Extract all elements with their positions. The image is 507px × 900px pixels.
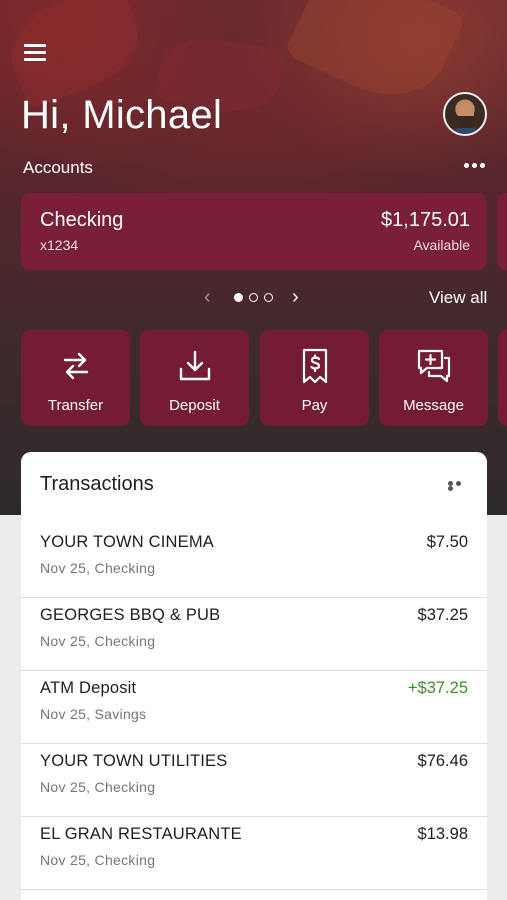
page-dot[interactable]	[264, 293, 273, 302]
transaction-details: Nov 25, Checking	[40, 852, 156, 868]
transaction-name: YOUR TOWN UTILITIES	[40, 752, 228, 770]
pay-button[interactable]: Pay	[260, 330, 369, 426]
message-add-icon	[417, 349, 450, 383]
transaction-amount: +$37.25	[407, 679, 468, 697]
transaction-name: GEORGES BBQ & PUB	[40, 606, 221, 624]
transaction-details: Nov 25, Checking	[40, 779, 156, 795]
transaction-details: Nov 25, Savings	[40, 706, 147, 722]
page-dot[interactable]	[249, 293, 258, 302]
message-label: Message	[403, 397, 464, 414]
transfer-button[interactable]: Transfer	[21, 330, 130, 426]
account-number: x1234	[40, 237, 79, 253]
account-balance-label: Available	[413, 237, 470, 253]
transactions-card: Transactions YOUR TOWN CINEMA Nov 25, Ch…	[21, 452, 487, 900]
transaction-name: YOUR TOWN CINEMA	[40, 533, 215, 551]
deposit-button[interactable]: Deposit	[140, 330, 249, 426]
pay-label: Pay	[301, 397, 328, 414]
chevron-right-icon[interactable]: ›	[292, 286, 299, 308]
transaction-amount: $37.25	[417, 606, 468, 624]
view-all-link[interactable]: View all	[429, 288, 487, 308]
transaction-name: ATM Deposit	[40, 679, 137, 697]
avatar[interactable]	[443, 92, 487, 136]
menu-icon[interactable]	[24, 44, 46, 64]
account-name: Checking	[40, 209, 124, 231]
transaction-details: Nov 25, Checking	[40, 560, 156, 576]
transaction-amount: $7.50	[426, 533, 468, 551]
accounts-label: Accounts	[23, 158, 93, 177]
transaction-details: Nov 25, Checking	[40, 633, 156, 649]
page-dot[interactable]	[234, 293, 243, 302]
account-card-checking[interactable]: Checking x1234 $1,175.01 Available	[21, 193, 487, 270]
more-action-button[interactable]	[498, 330, 507, 426]
leaf-decoration	[283, 0, 467, 117]
chevron-left-icon[interactable]: ‹	[204, 286, 211, 308]
message-button[interactable]: Message	[379, 330, 488, 426]
account-pager: ‹ ›	[200, 286, 310, 310]
transaction-row[interactable]: ATM Deposit Nov 25, Savings +$37.25	[21, 671, 487, 744]
greeting-title: Hi, Michael	[21, 93, 223, 137]
account-balance: $1,175.01	[381, 209, 470, 231]
account-card-next[interactable]	[497, 193, 507, 270]
transaction-row[interactable]: YOUR TOWN UTILITIES Nov 25, Checking $76…	[21, 744, 487, 817]
transactions-more-icon[interactable]	[448, 481, 470, 491]
transaction-row[interactable]: EL GRAN RESTAURANTE Nov 25, Checking $13…	[21, 817, 487, 890]
deposit-label: Deposit	[169, 397, 220, 414]
accounts-more-icon[interactable]	[464, 163, 488, 171]
transfer-label: Transfer	[47, 397, 104, 414]
transaction-amount: $76.46	[417, 752, 468, 770]
transaction-row[interactable]: GEORGES BBQ & PUB Nov 25, Checking $37.2…	[21, 598, 487, 671]
transaction-name: EL GRAN RESTAURANTE	[40, 825, 242, 843]
transfer-icon	[63, 352, 88, 380]
deposit-icon	[179, 350, 210, 381]
pay-bill-icon	[302, 348, 327, 384]
transaction-row[interactable]: YOUR TOWN CINEMA Nov 25, Checking $7.50	[21, 525, 487, 598]
transaction-amount: $13.98	[417, 825, 468, 843]
transactions-title: Transactions	[40, 473, 154, 495]
divider	[21, 889, 487, 890]
